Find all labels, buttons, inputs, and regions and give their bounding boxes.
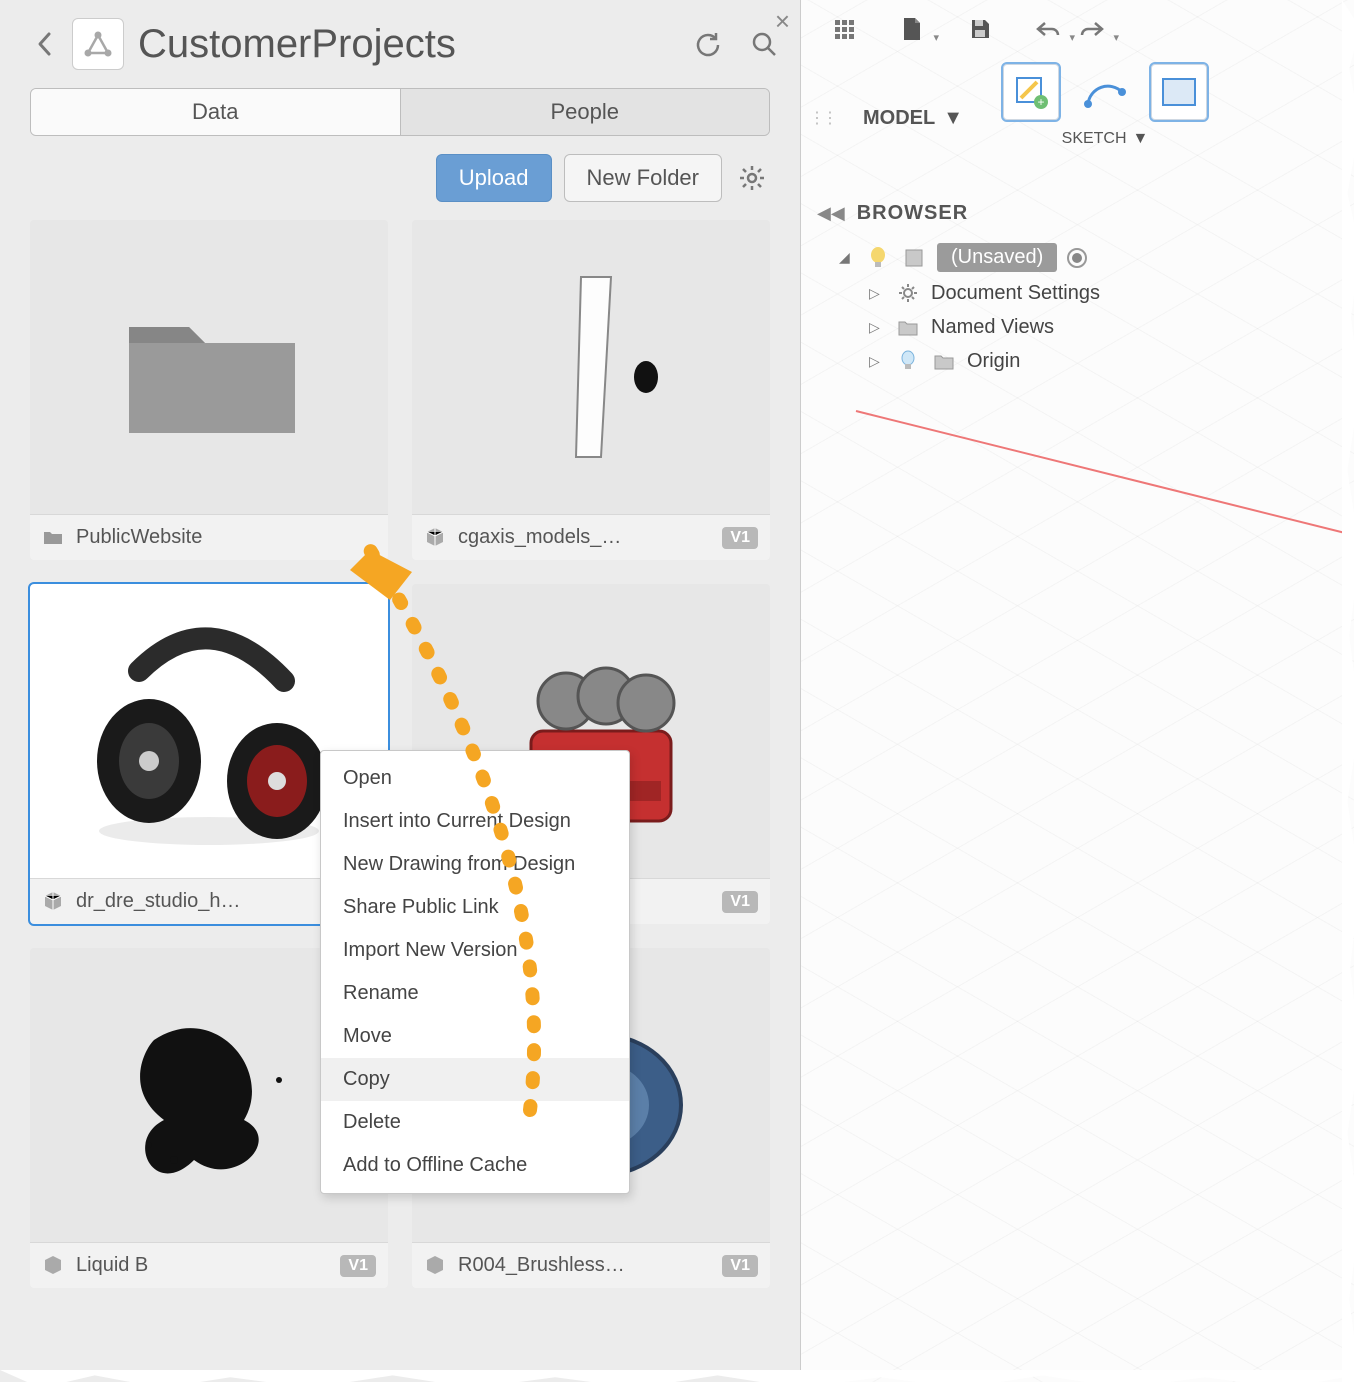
context-menu: Open Insert into Current Design New Draw… (320, 750, 630, 1194)
grid-item-design[interactable]: cgaxis_models_… V1 (412, 220, 770, 560)
ctx-insert[interactable]: Insert into Current Design (321, 800, 629, 843)
tree-root[interactable]: ◢ (Unsaved) (839, 239, 1287, 276)
ctx-move[interactable]: Move (321, 1015, 629, 1058)
back-button[interactable] (30, 30, 58, 58)
svg-text:+: + (1038, 95, 1045, 109)
ribbon-group-label[interactable]: SKETCH ▼ (1062, 130, 1149, 148)
chevron-down-icon: ▼ (943, 107, 963, 130)
version-badge: V1 (722, 527, 758, 549)
create-sketch-tool[interactable]: + (1003, 64, 1059, 120)
collapse-browser-icon[interactable]: ◀◀ (817, 203, 845, 224)
new-file-icon[interactable] (895, 12, 929, 46)
sketch-line-tool[interactable] (1077, 64, 1133, 120)
folder-thumb (30, 220, 388, 514)
cube-icon (424, 526, 448, 550)
item-name: R004_Brushless… (458, 1254, 712, 1277)
expander-icon[interactable]: ▷ (869, 319, 885, 336)
action-row: Upload New Folder (0, 136, 800, 220)
save-icon[interactable] (963, 12, 997, 46)
active-component-radio[interactable] (1067, 248, 1087, 268)
tree-label: Origin (967, 350, 1020, 373)
redo-icon[interactable] (1075, 12, 1109, 46)
ribbon-grip-icon[interactable]: ⋮⋮ (811, 58, 833, 178)
ctx-share[interactable]: Share Public Link (321, 886, 629, 929)
tabs: Data People (30, 88, 770, 136)
expander-icon[interactable]: ◢ (839, 249, 855, 266)
ctx-copy[interactable]: Copy (321, 1058, 629, 1101)
canvas-panel: ⋮⋮ MODEL ▼ + SKETCH (800, 0, 1354, 1382)
browser-title: BROWSER (857, 202, 968, 225)
cube-icon (42, 1254, 66, 1278)
root-label: (Unsaved) (937, 243, 1057, 272)
sketch-rectangle-tool[interactable] (1151, 64, 1207, 120)
tree-item-document-settings[interactable]: ▷ Document Settings (869, 276, 1287, 310)
folder-icon (931, 348, 957, 374)
close-panel-button[interactable]: × (775, 6, 790, 37)
grid-item-folder[interactable]: PublicWebsite (30, 220, 388, 560)
chevron-down-icon: ▼ (1133, 130, 1149, 148)
item-name: Liquid B (76, 1254, 330, 1277)
ctx-new-drawing[interactable]: New Drawing from Design (321, 843, 629, 886)
torn-edge-decoration (0, 1370, 1354, 1388)
project-icon (72, 18, 124, 70)
ribbon-group-sketch: + SKETCH ▼ (993, 58, 1217, 178)
ctx-offline-cache[interactable]: Add to Offline Cache (321, 1144, 629, 1187)
folder-icon (895, 314, 921, 340)
workspace-dropdown[interactable]: MODEL ▼ (841, 58, 985, 178)
ctx-delete[interactable]: Delete (321, 1101, 629, 1144)
tree-label: Document Settings (931, 282, 1100, 305)
workspace-label: MODEL (863, 107, 935, 130)
lightbulb-icon[interactable] (865, 245, 891, 271)
lightbulb-icon[interactable] (895, 348, 921, 374)
new-folder-button[interactable]: New Folder (564, 154, 722, 202)
grid-view-icon[interactable] (827, 12, 861, 46)
ctx-rename[interactable]: Rename (321, 972, 629, 1015)
component-icon (901, 245, 927, 271)
tree-item-origin[interactable]: ▷ Origin (869, 344, 1287, 378)
version-badge: V1 (722, 891, 758, 913)
tree-item-named-views[interactable]: ▷ Named Views (869, 310, 1287, 344)
browser-panel: ◀◀ BROWSER ◢ (Unsaved) ▷ Document Settin… (817, 196, 1287, 378)
settings-gear-button[interactable] (734, 160, 770, 196)
design-thumb (412, 220, 770, 514)
version-badge: V1 (722, 1255, 758, 1277)
upload-button[interactable]: Upload (436, 154, 552, 202)
gear-icon (895, 280, 921, 306)
refresh-button[interactable] (692, 28, 724, 60)
item-name: PublicWebsite (76, 526, 376, 549)
data-panel-header: CustomerProjects (0, 8, 800, 88)
expander-icon[interactable]: ▷ (869, 353, 885, 370)
cube-icon (424, 1254, 448, 1278)
undo-icon[interactable] (1031, 12, 1065, 46)
ctx-open[interactable]: Open (321, 757, 629, 800)
folder-icon (42, 526, 66, 550)
item-name: cgaxis_models_… (458, 526, 712, 549)
tab-data[interactable]: Data (31, 89, 400, 135)
ribbon: ⋮⋮ MODEL ▼ + SKETCH (811, 58, 1344, 178)
cube-icon (42, 890, 66, 914)
project-title: CustomerProjects (138, 22, 668, 67)
tab-people[interactable]: People (400, 89, 770, 135)
ctx-import[interactable]: Import New Version (321, 929, 629, 972)
data-panel: × CustomerProjects Data People Upload Ne… (0, 0, 800, 1382)
expander-icon[interactable]: ▷ (869, 285, 885, 302)
version-badge: V1 (340, 1255, 376, 1277)
tree-label: Named Views (931, 316, 1054, 339)
quick-access-toolbar (817, 6, 1119, 52)
